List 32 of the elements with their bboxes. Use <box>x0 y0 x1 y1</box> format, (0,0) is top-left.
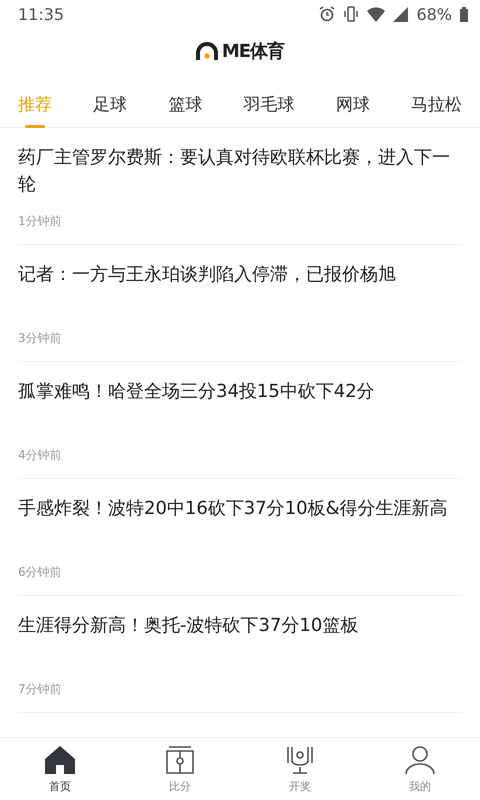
news-title[interactable]: 孤掌难鸣！哈登全场三分34投15中砍下42分 <box>18 378 462 405</box>
nav-tab[interactable]: 首页 <box>0 738 120 800</box>
news-time: 6分钟前 <box>18 564 63 581</box>
nav-tab[interactable]: 比分 <box>120 738 240 800</box>
alarm-icon <box>319 6 336 22</box>
news-title[interactable]: 记者：一方与王永珀谈判陷入停滞，已报价杨旭 <box>18 261 462 288</box>
wifi-icon <box>367 6 386 22</box>
status-time: 11:35 <box>18 4 64 24</box>
battery-percent: 68% <box>416 4 452 24</box>
category-tab[interactable]: 羽毛球 <box>244 81 295 128</box>
vibrate-icon <box>343 6 360 22</box>
camera-icon <box>284 744 316 774</box>
news-title[interactable]: 药厂主管罗尔费斯：要认真对待欧联杯比赛，进入下一轮 <box>18 144 462 198</box>
news-time: 7分钟前 <box>18 681 63 698</box>
news-title[interactable]: 生涯得分新高！奥托-波特砍下37分10篮板 <box>18 612 462 639</box>
category-tab[interactable]: 足球 <box>93 81 128 128</box>
news-time: 4分钟前 <box>18 447 63 464</box>
category-tab[interactable]: 网球 <box>336 81 370 128</box>
news-time: 3分钟前 <box>18 330 63 347</box>
nav-tab[interactable]: 开奖 <box>240 738 360 800</box>
news-time: 1分钟前 <box>18 213 63 230</box>
user-icon <box>404 744 436 774</box>
signal-icon <box>393 6 408 22</box>
nav-tab[interactable]: 我的 <box>360 738 480 800</box>
home-icon <box>44 744 76 774</box>
battery-icon <box>460 6 468 22</box>
category-tab[interactable]: 马拉松 <box>410 81 462 128</box>
logo-icon <box>196 42 218 60</box>
logo-text: ME体育 <box>222 40 284 63</box>
scoreboard-icon <box>165 744 195 774</box>
category-tab[interactable]: 篮球 <box>168 81 202 128</box>
news-title[interactable]: 手感炸裂！波特20中16砍下37分10板&得分生涯新高 <box>18 495 462 522</box>
